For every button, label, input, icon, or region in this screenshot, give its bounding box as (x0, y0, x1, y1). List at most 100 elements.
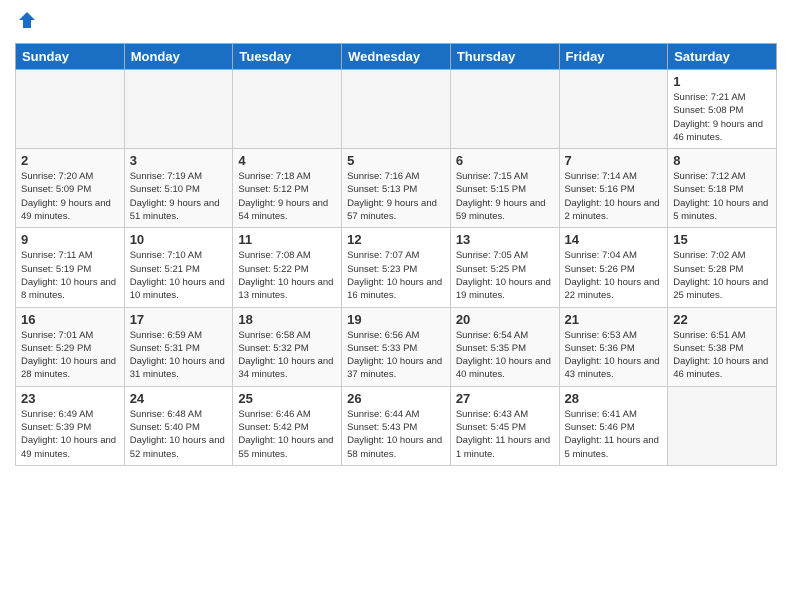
day-number: 23 (21, 391, 119, 406)
calendar-cell: 22 Sunrise: 6:51 AM Sunset: 5:38 PM Dayli… (668, 307, 777, 386)
day-info: Sunrise: 6:53 AM Sunset: 5:36 PM Dayligh… (565, 329, 663, 382)
day-number: 13 (456, 232, 554, 247)
calendar-week-row: 9 Sunrise: 7:11 AM Sunset: 5:19 PM Daylig… (16, 228, 777, 307)
day-number: 9 (21, 232, 119, 247)
day-info: Sunrise: 6:51 AM Sunset: 5:38 PM Dayligh… (673, 329, 771, 382)
page-container: SundayMondayTuesdayWednesdayThursdayFrid… (0, 0, 792, 476)
calendar-cell: 9 Sunrise: 7:11 AM Sunset: 5:19 PM Daylig… (16, 228, 125, 307)
calendar-day-header: Friday (559, 44, 668, 70)
day-info: Sunrise: 7:02 AM Sunset: 5:28 PM Dayligh… (673, 249, 771, 302)
day-info: Sunrise: 7:15 AM Sunset: 5:15 PM Dayligh… (456, 170, 554, 223)
logo (15, 10, 37, 35)
calendar-day-header: Wednesday (342, 44, 451, 70)
calendar-cell: 2 Sunrise: 7:20 AM Sunset: 5:09 PM Daylig… (16, 149, 125, 228)
calendar-cell: 1 Sunrise: 7:21 AM Sunset: 5:08 PM Daylig… (668, 70, 777, 149)
calendar-cell (124, 70, 233, 149)
day-number: 12 (347, 232, 445, 247)
day-info: Sunrise: 6:43 AM Sunset: 5:45 PM Dayligh… (456, 408, 554, 461)
day-info: Sunrise: 6:56 AM Sunset: 5:33 PM Dayligh… (347, 329, 445, 382)
calendar-cell: 12 Sunrise: 7:07 AM Sunset: 5:23 PM Dayli… (342, 228, 451, 307)
day-info: Sunrise: 6:49 AM Sunset: 5:39 PM Dayligh… (21, 408, 119, 461)
calendar-cell: 27 Sunrise: 6:43 AM Sunset: 5:45 PM Dayli… (450, 386, 559, 465)
calendar-cell: 23 Sunrise: 6:49 AM Sunset: 5:39 PM Dayli… (16, 386, 125, 465)
day-info: Sunrise: 7:20 AM Sunset: 5:09 PM Dayligh… (21, 170, 119, 223)
calendar-cell (342, 70, 451, 149)
calendar-cell: 6 Sunrise: 7:15 AM Sunset: 5:15 PM Daylig… (450, 149, 559, 228)
day-number: 6 (456, 153, 554, 168)
calendar-cell (233, 70, 342, 149)
day-number: 1 (673, 74, 771, 89)
calendar-day-header: Monday (124, 44, 233, 70)
day-info: Sunrise: 7:08 AM Sunset: 5:22 PM Dayligh… (238, 249, 336, 302)
calendar-cell: 5Sunrise: 7:16 AM Sunset: 5:13 PM Daylig… (342, 149, 451, 228)
day-info: Sunrise: 6:44 AM Sunset: 5:43 PM Dayligh… (347, 408, 445, 461)
day-number: 17 (130, 312, 228, 327)
day-number: 16 (21, 312, 119, 327)
day-number: 25 (238, 391, 336, 406)
day-info: Sunrise: 7:05 AM Sunset: 5:25 PM Dayligh… (456, 249, 554, 302)
calendar-cell: 18 Sunrise: 6:58 AM Sunset: 5:32 PM Dayli… (233, 307, 342, 386)
day-number: 3 (130, 153, 228, 168)
calendar-cell: 14Sunrise: 7:04 AM Sunset: 5:26 PM Dayli… (559, 228, 668, 307)
logo-icon (17, 10, 37, 30)
day-info: Sunrise: 7:04 AM Sunset: 5:26 PM Dayligh… (565, 249, 663, 302)
calendar-week-row: 16 Sunrise: 7:01 AM Sunset: 5:29 PM Dayli… (16, 307, 777, 386)
day-info: Sunrise: 7:14 AM Sunset: 5:16 PM Dayligh… (565, 170, 663, 223)
calendar-day-header: Sunday (16, 44, 125, 70)
day-info: Sunrise: 6:46 AM Sunset: 5:42 PM Dayligh… (238, 408, 336, 461)
day-info: Sunrise: 7:19 AM Sunset: 5:10 PM Dayligh… (130, 170, 228, 223)
day-number: 8 (673, 153, 771, 168)
day-number: 15 (673, 232, 771, 247)
day-number: 18 (238, 312, 336, 327)
day-info: Sunrise: 6:58 AM Sunset: 5:32 PM Dayligh… (238, 329, 336, 382)
calendar-cell: 25 Sunrise: 6:46 AM Sunset: 5:42 PM Dayli… (233, 386, 342, 465)
calendar-cell: 26 Sunrise: 6:44 AM Sunset: 5:43 PM Dayli… (342, 386, 451, 465)
day-number: 7 (565, 153, 663, 168)
calendar-cell: 7 Sunrise: 7:14 AM Sunset: 5:16 PM Daylig… (559, 149, 668, 228)
calendar-cell: 24Sunrise: 6:48 AM Sunset: 5:40 PM Dayli… (124, 386, 233, 465)
day-info: Sunrise: 6:41 AM Sunset: 5:46 PM Dayligh… (565, 408, 663, 461)
day-info: Sunrise: 7:12 AM Sunset: 5:18 PM Dayligh… (673, 170, 771, 223)
day-number: 28 (565, 391, 663, 406)
calendar-day-header: Thursday (450, 44, 559, 70)
calendar-day-header: Tuesday (233, 44, 342, 70)
calendar-cell (450, 70, 559, 149)
day-info: Sunrise: 7:01 AM Sunset: 5:29 PM Dayligh… (21, 329, 119, 382)
calendar-header-row: SundayMondayTuesdayWednesdayThursdayFrid… (16, 44, 777, 70)
calendar-week-row: 23 Sunrise: 6:49 AM Sunset: 5:39 PM Dayli… (16, 386, 777, 465)
day-info: Sunrise: 7:07 AM Sunset: 5:23 PM Dayligh… (347, 249, 445, 302)
day-info: Sunrise: 6:54 AM Sunset: 5:35 PM Dayligh… (456, 329, 554, 382)
calendar-cell: 8 Sunrise: 7:12 AM Sunset: 5:18 PM Daylig… (668, 149, 777, 228)
calendar-cell (16, 70, 125, 149)
calendar-cell: 15 Sunrise: 7:02 AM Sunset: 5:28 PM Dayli… (668, 228, 777, 307)
day-info: Sunrise: 6:59 AM Sunset: 5:31 PM Dayligh… (130, 329, 228, 382)
calendar-cell (559, 70, 668, 149)
calendar-cell: 11 Sunrise: 7:08 AM Sunset: 5:22 PM Dayli… (233, 228, 342, 307)
day-number: 21 (565, 312, 663, 327)
calendar-cell: 19 Sunrise: 6:56 AM Sunset: 5:33 PM Dayli… (342, 307, 451, 386)
calendar-day-header: Saturday (668, 44, 777, 70)
day-info: Sunrise: 7:21 AM Sunset: 5:08 PM Dayligh… (673, 91, 771, 144)
calendar-cell: 4Sunrise: 7:18 AM Sunset: 5:12 PM Daylig… (233, 149, 342, 228)
day-number: 5 (347, 153, 445, 168)
day-info: Sunrise: 7:11 AM Sunset: 5:19 PM Dayligh… (21, 249, 119, 302)
calendar-cell: 10 Sunrise: 7:10 AM Sunset: 5:21 PM Dayli… (124, 228, 233, 307)
calendar-cell: 21 Sunrise: 6:53 AM Sunset: 5:36 PM Dayli… (559, 307, 668, 386)
header (15, 10, 777, 35)
calendar-table: SundayMondayTuesdayWednesdayThursdayFrid… (15, 43, 777, 466)
day-number: 11 (238, 232, 336, 247)
day-number: 22 (673, 312, 771, 327)
calendar-cell: 13 Sunrise: 7:05 AM Sunset: 5:25 PM Dayli… (450, 228, 559, 307)
calendar-cell: 3 Sunrise: 7:19 AM Sunset: 5:10 PM Daylig… (124, 149, 233, 228)
day-number: 4 (238, 153, 336, 168)
day-number: 24 (130, 391, 228, 406)
day-number: 20 (456, 312, 554, 327)
calendar-cell (668, 386, 777, 465)
day-number: 19 (347, 312, 445, 327)
calendar-cell: 16 Sunrise: 7:01 AM Sunset: 5:29 PM Dayli… (16, 307, 125, 386)
day-number: 26 (347, 391, 445, 406)
day-number: 2 (21, 153, 119, 168)
day-number: 27 (456, 391, 554, 406)
day-info: Sunrise: 7:10 AM Sunset: 5:21 PM Dayligh… (130, 249, 228, 302)
day-number: 10 (130, 232, 228, 247)
